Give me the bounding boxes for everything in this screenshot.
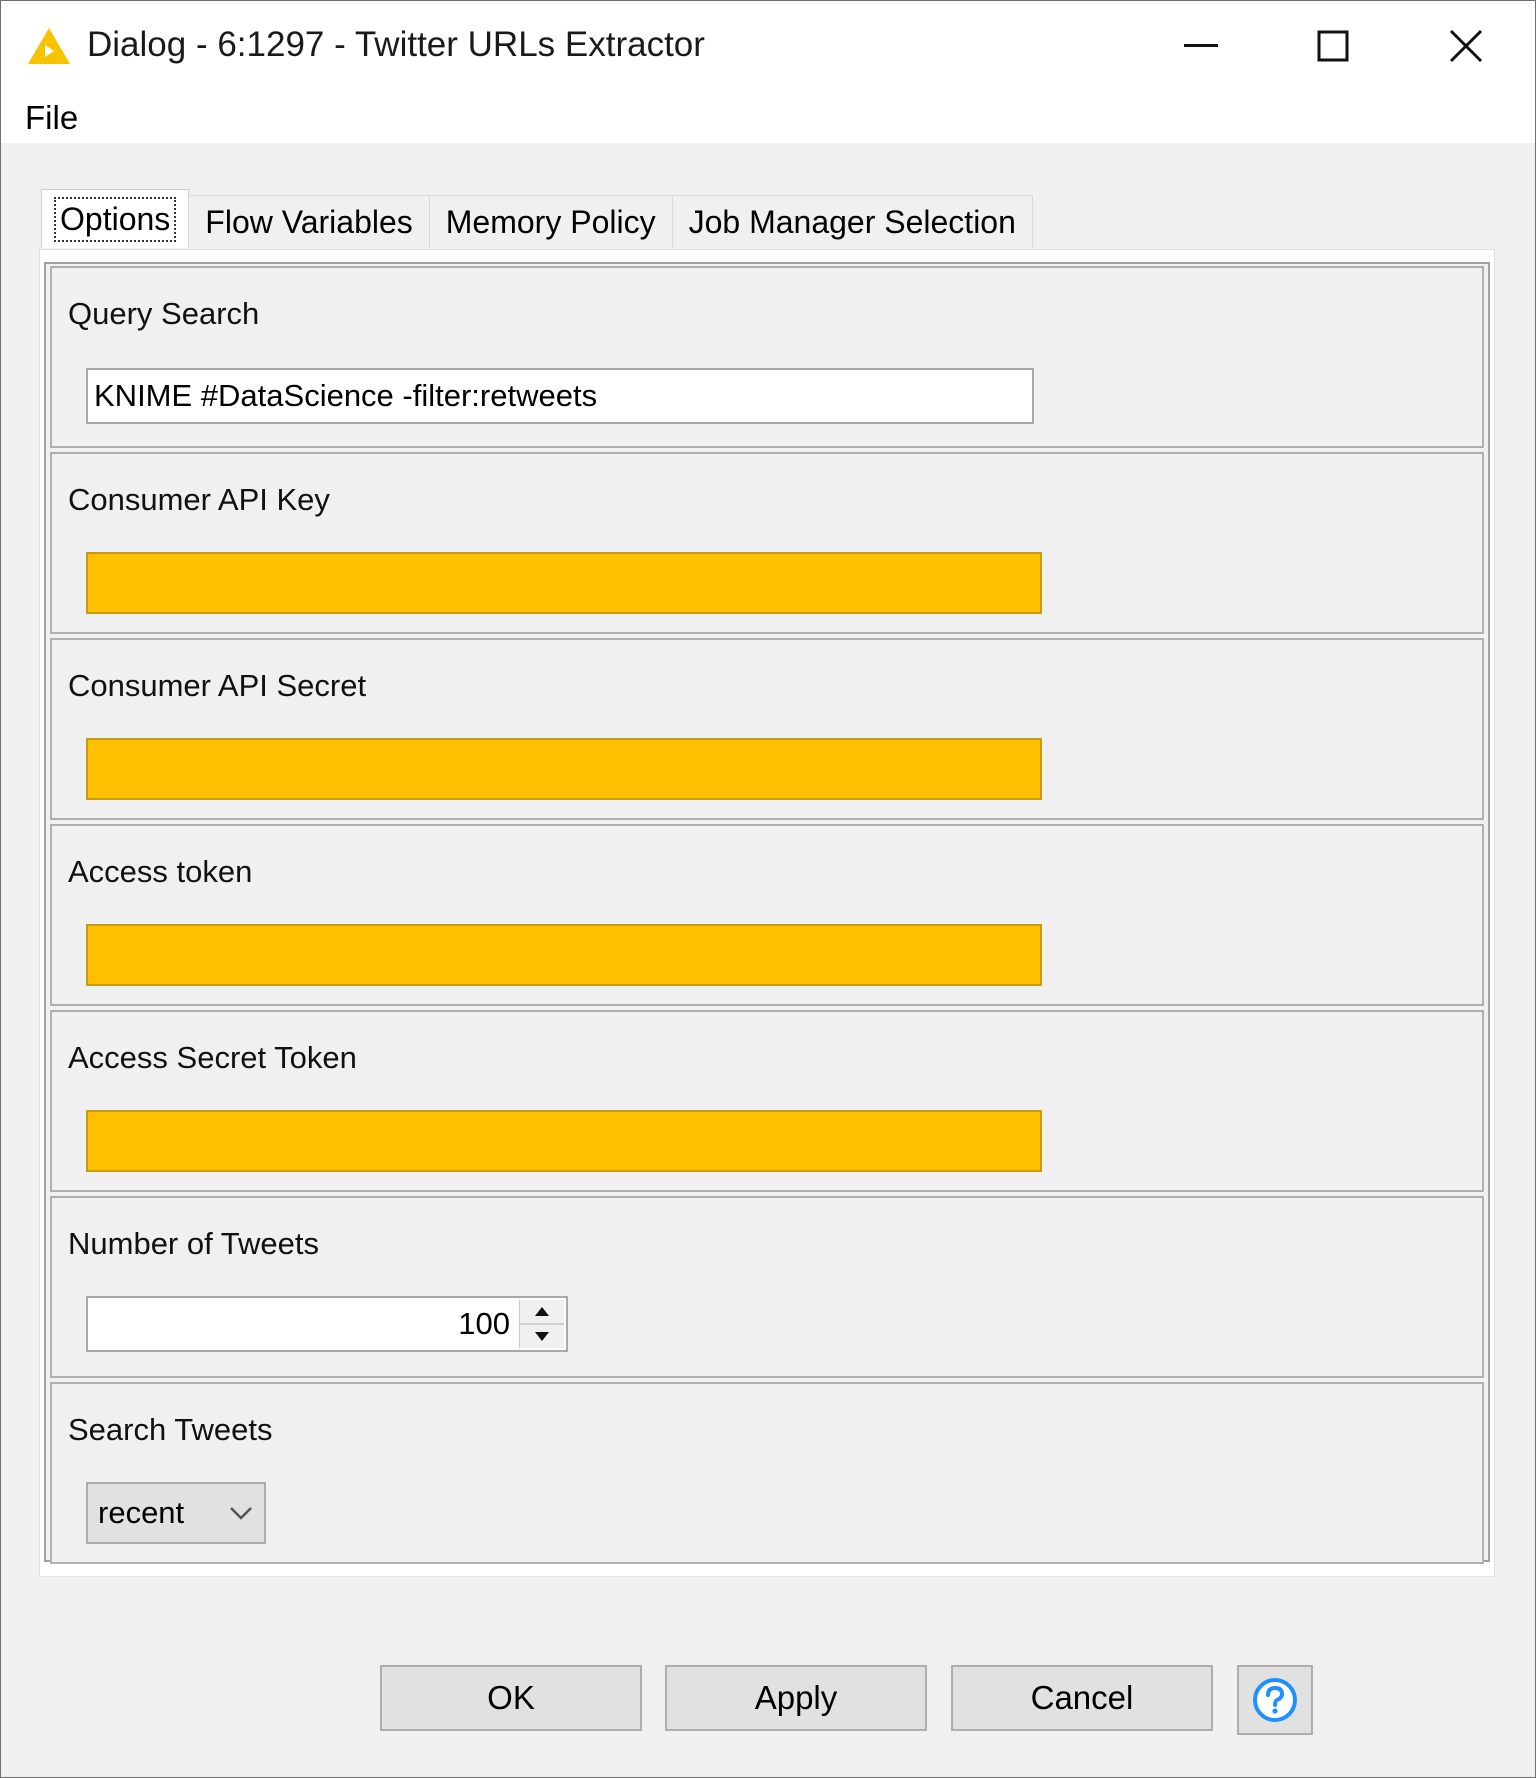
search-tweets-selected: recent [98, 1495, 185, 1530]
help-icon [1253, 1678, 1297, 1722]
maximize-icon [1317, 30, 1349, 62]
apply-button[interactable]: Apply [665, 1665, 927, 1731]
menu-bar: File [1, 91, 1535, 143]
tab-job-manager-selection[interactable]: Job Manager Selection [671, 195, 1033, 248]
tab-memory-policy[interactable]: Memory Policy [428, 195, 673, 248]
spinner-decrement-button[interactable] [520, 1325, 564, 1348]
section-access-token: Access token [50, 824, 1484, 1006]
options-panel: Query Search KNIME #DataScience -filter:… [39, 249, 1495, 1577]
section-search-tweets: Search Tweets recent [50, 1382, 1484, 1564]
number-of-tweets-value: 100 [458, 1306, 510, 1341]
cancel-button[interactable]: Cancel [951, 1665, 1213, 1731]
chevron-down-icon [230, 1507, 252, 1520]
spinner-buttons [519, 1300, 564, 1348]
maximize-button[interactable] [1278, 11, 1388, 81]
search-tweets-label: Search Tweets [68, 1412, 273, 1447]
query-search-label: Query Search [68, 296, 260, 331]
consumer-api-key-label: Consumer API Key [68, 482, 330, 517]
dialog-window: Dialog - 6:1297 - Twitter URLs Extractor… [0, 0, 1536, 1778]
number-of-tweets-spinner[interactable]: 100 [86, 1296, 568, 1352]
access-token-input-redacted[interactable] [86, 924, 1042, 986]
minimize-icon [1184, 44, 1218, 47]
section-number-of-tweets: Number of Tweets 100 [50, 1196, 1484, 1378]
options-container: Query Search KNIME #DataScience -filter:… [44, 262, 1490, 1564]
minimize-button[interactable] [1146, 11, 1256, 81]
tab-bar: Options Flow Variables Memory Policy Job… [41, 189, 1033, 249]
spinner-increment-button[interactable] [520, 1300, 564, 1325]
consumer-api-secret-input-redacted[interactable] [86, 738, 1042, 800]
search-tweets-dropdown[interactable]: recent [86, 1482, 266, 1544]
ok-button[interactable]: OK [380, 1665, 642, 1731]
section-consumer-api-secret: Consumer API Secret [50, 638, 1484, 820]
knime-warning-triangle-icon [28, 28, 70, 64]
number-of-tweets-label: Number of Tweets [68, 1226, 319, 1261]
section-access-secret-token: Access Secret Token [50, 1010, 1484, 1192]
section-consumer-api-key: Consumer API Key [50, 452, 1484, 634]
access-token-label: Access token [68, 854, 253, 889]
menu-file[interactable]: File [25, 99, 78, 137]
tab-options[interactable]: Options [41, 189, 190, 248]
help-button[interactable] [1237, 1665, 1313, 1735]
tab-options-label: Options [53, 196, 177, 242]
consumer-api-key-input-redacted[interactable] [86, 552, 1042, 614]
close-button[interactable] [1411, 11, 1521, 81]
consumer-api-secret-label: Consumer API Secret [68, 668, 367, 703]
access-secret-token-input-redacted[interactable] [86, 1110, 1042, 1172]
triangle-down-icon [535, 1332, 549, 1341]
section-query-search: Query Search KNIME #DataScience -filter:… [50, 266, 1484, 448]
title-bar[interactable]: Dialog - 6:1297 - Twitter URLs Extractor [1, 1, 1535, 91]
tab-flow-variables[interactable]: Flow Variables [188, 195, 430, 248]
triangle-up-icon [535, 1307, 549, 1316]
query-search-input[interactable]: KNIME #DataScience -filter:retweets [86, 368, 1034, 424]
access-secret-token-label: Access Secret Token [68, 1040, 357, 1075]
close-icon [1449, 29, 1483, 63]
window-title: Dialog - 6:1297 - Twitter URLs Extractor [87, 25, 705, 64]
